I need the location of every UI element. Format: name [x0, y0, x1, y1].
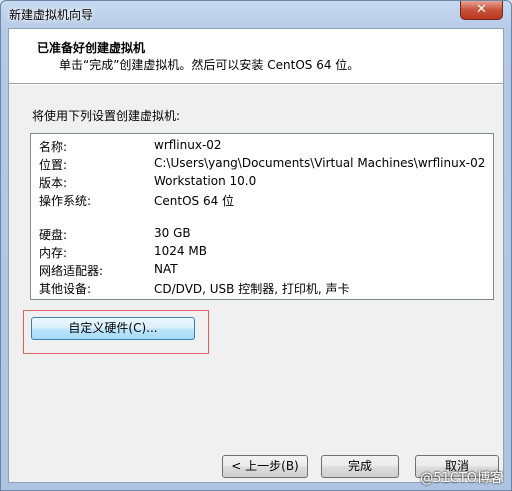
summary-key: 硬盘: [39, 228, 68, 242]
summary-value: Workstation 10.0 [154, 174, 257, 188]
header-title: 已准备好创建虚拟机 [37, 41, 146, 55]
summary-value: NAT [154, 262, 178, 276]
summary-value: CD/DVD, USB 控制器, 打印机, 声卡 [154, 282, 350, 296]
summary-key: 位置: [39, 158, 68, 172]
settings-summary: 名称: wrflinux-02 位置: C:\Users\yang\Docume… [30, 133, 494, 300]
wizard-header: 已准备好创建虚拟机 单击“完成”创建虚拟机。然后可以安装 CentOS 64 位… [9, 29, 503, 84]
summary-key: 名称: [39, 140, 68, 154]
close-icon: ✕ [476, 2, 487, 17]
summary-value: wrflinux-02 [154, 138, 222, 152]
header-divider [9, 84, 503, 85]
summary-key: 其他设备: [39, 282, 92, 296]
customize-hardware-button[interactable]: 自定义硬件(C)... [31, 317, 195, 340]
summary-key: 内存: [39, 246, 68, 260]
header-subtitle: 单击“完成”创建虚拟机。然后可以安装 CentOS 64 位。 [59, 58, 360, 72]
back-button[interactable]: < 上一步(B) [222, 455, 308, 478]
wizard-client-area: 已准备好创建虚拟机 单击“完成”创建虚拟机。然后可以安装 CentOS 64 位… [8, 28, 504, 483]
watermark: @51CTO博客 [420, 471, 503, 486]
wizard-window: 新建虚拟机向导 ✕ 已准备好创建虚拟机 单击“完成”创建虚拟机。然后可以安装 C… [0, 0, 512, 491]
summary-value: C:\Users\yang\Documents\Virtual Machines… [154, 156, 486, 170]
summary-key: 网络适配器: [39, 264, 104, 278]
summary-value: CentOS 64 位 [154, 194, 235, 208]
summary-value: 1024 MB [154, 244, 207, 258]
summary-value: 30 GB [154, 226, 191, 240]
close-button[interactable]: ✕ [460, 1, 503, 20]
finish-button[interactable]: 完成 [321, 455, 399, 478]
window-title: 新建虚拟机向导 [9, 8, 94, 22]
summary-key: 操作系统: [39, 194, 92, 208]
summary-key: 版本: [39, 176, 68, 190]
intro-label: 将使用下列设置创建虚拟机: [32, 109, 181, 123]
title-bar[interactable]: 新建虚拟机向导 ✕ [1, 1, 511, 27]
